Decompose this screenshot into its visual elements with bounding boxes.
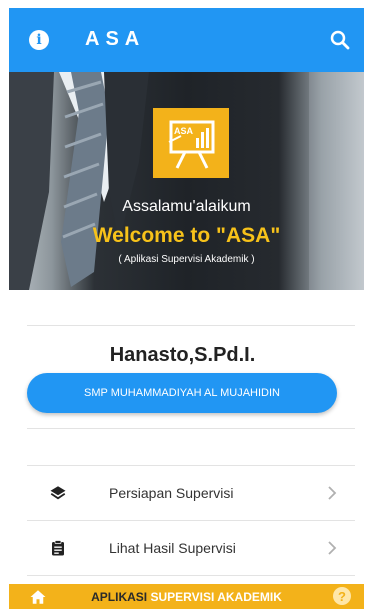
menu-item-lihat-hasil-supervisi[interactable]: Lihat Hasil Supervisi	[27, 521, 355, 575]
divider	[27, 428, 355, 429]
user-name: Hanasto,S.Pd.I.	[109, 344, 256, 366]
clipboard-icon	[52, 540, 64, 556]
divider	[27, 325, 355, 326]
menu-item-label: Lihat Hasil Supervisi	[109, 540, 236, 556]
divider	[27, 575, 355, 576]
hero-banner: ASA Assalamu'alaikum Welcome to "ASA" ( …	[9, 72, 364, 290]
app-title: ASA	[85, 28, 146, 50]
search-icon[interactable]	[328, 28, 352, 52]
chevron-right-icon	[328, 486, 337, 500]
svg-text:ASA: ASA	[174, 126, 194, 136]
welcome-text: Welcome to "ASA"	[92, 224, 281, 247]
school-button[interactable]: SMP MUHAMMADIYAH AL MUJAHIDIN	[27, 373, 337, 413]
home-icon[interactable]	[29, 588, 47, 606]
bottom-bar-title: APLIKASI SUPERVISI AKADEMIK	[91, 589, 282, 604]
help-icon[interactable]: ?	[333, 587, 351, 605]
bottom-bar: APLIKASI SUPERVISI AKADEMIK ?	[9, 584, 364, 609]
app-subtitle: ( Aplikasi Supervisi Akademik )	[118, 254, 255, 265]
menu-item-label: Persiapan Supervisi	[109, 485, 234, 501]
layers-icon	[50, 486, 66, 500]
greeting-text: Assalamu'alaikum	[122, 198, 251, 215]
asa-logo: ASA	[153, 108, 229, 178]
menu-item-persiapan-supervisi[interactable]: Persiapan Supervisi	[27, 466, 355, 520]
info-icon[interactable]: i	[29, 30, 49, 50]
app-bar: i ASA	[9, 8, 364, 72]
chevron-right-icon	[328, 541, 337, 555]
